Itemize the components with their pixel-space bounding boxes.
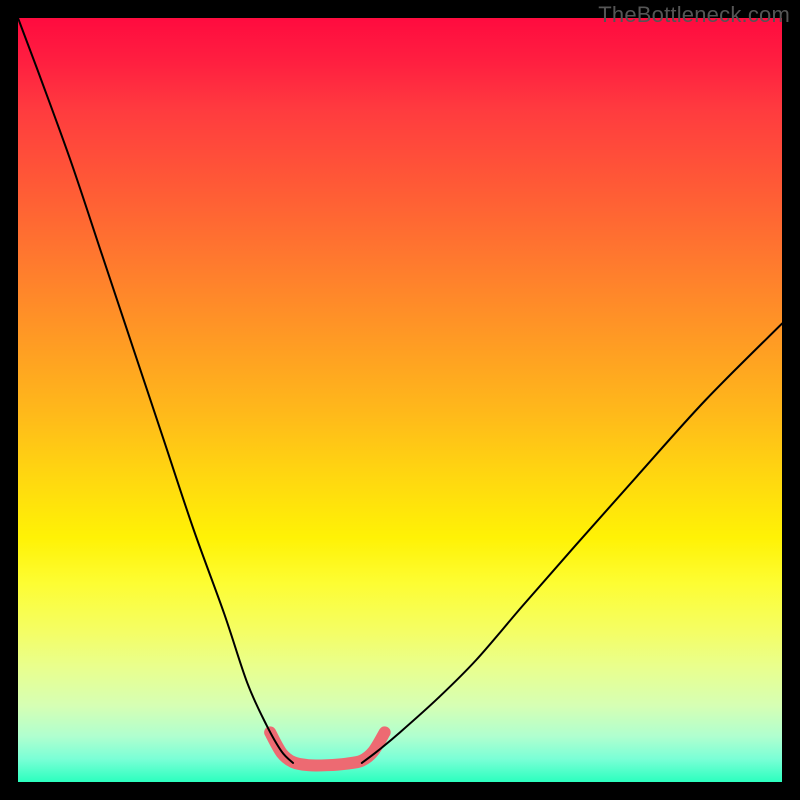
valley-highlight-path [270,732,385,765]
curve-layer [18,18,782,782]
right-branch-path [362,324,782,763]
left-branch-path [18,18,293,763]
watermark-text: TheBottleneck.com [598,2,790,28]
plot-area [18,18,782,782]
chart-frame: TheBottleneck.com [0,0,800,800]
